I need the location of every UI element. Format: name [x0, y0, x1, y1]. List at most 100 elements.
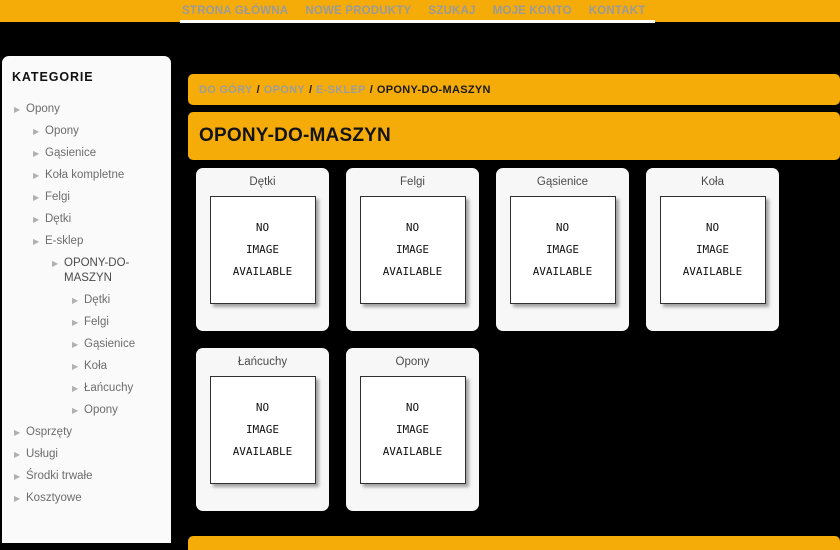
chevron-right-icon: ▶: [33, 126, 40, 136]
product-card[interactable]: Koła NO IMAGE AVAILABLE: [646, 168, 779, 331]
sidebar-item-label: Usługi: [26, 447, 58, 460]
product-name: Koła: [700, 176, 725, 188]
sidebar-item[interactable]: ▶ Felgi: [2, 311, 171, 333]
chevron-right-icon: ▶: [33, 214, 40, 224]
product-card[interactable]: Felgi NO IMAGE AVAILABLE: [346, 168, 479, 331]
sidebar-item[interactable]: ▶ Dętki: [2, 208, 171, 230]
sidebar-item-label: Kosztyowe: [26, 491, 82, 504]
no-image-placeholder: NO IMAGE AVAILABLE: [659, 196, 766, 304]
no-image-line: NO: [405, 401, 420, 414]
product-card[interactable]: Opony NO IMAGE AVAILABLE: [346, 348, 479, 511]
breadcrumb-item[interactable]: OPONY: [264, 84, 305, 96]
no-image-line: IMAGE: [545, 243, 580, 256]
chevron-right-icon: ▶: [14, 493, 21, 503]
chevron-right-icon: ▶: [14, 471, 21, 481]
no-image-line: IMAGE: [695, 243, 730, 256]
product-name: Łańcuchy: [237, 356, 288, 368]
no-image-placeholder: NO IMAGE AVAILABLE: [209, 196, 316, 304]
no-image-placeholder: NO IMAGE AVAILABLE: [359, 376, 466, 484]
sidebar-item-label: Felgi: [84, 315, 109, 328]
product-name: Felgi: [400, 176, 425, 188]
chevron-right-icon: ▶: [33, 192, 40, 202]
breadcrumb-item[interactable]: E-SKLEP: [316, 84, 366, 96]
sidebar-item-label: Gąsienice: [45, 146, 97, 159]
footer-bar: [188, 536, 840, 550]
no-image-placeholder: NO IMAGE AVAILABLE: [209, 376, 316, 484]
sidebar-item[interactable]: ▶ Opony: [2, 399, 171, 421]
sidebar-item[interactable]: ▶ Gąsienice: [2, 333, 171, 355]
chevron-right-icon: ▶: [72, 317, 79, 327]
breadcrumb-item: OPONY-DO-MASZYN: [376, 83, 491, 96]
sidebar-item[interactable]: ▶ Usługi: [2, 443, 171, 465]
breadcrumb-separator: /: [369, 83, 373, 96]
chevron-right-icon: ▶: [72, 405, 79, 415]
no-image-line: AVAILABLE: [232, 265, 293, 278]
no-image-line: NO: [255, 221, 270, 234]
chevron-right-icon: ▶: [72, 339, 79, 349]
chevron-right-icon: ▶: [14, 427, 21, 437]
no-image-line: NO: [705, 221, 720, 234]
breadcrumb-item[interactable]: DO GÓRY: [199, 84, 253, 96]
sidebar-item[interactable]: ▶ Gąsienice: [2, 142, 171, 164]
chevron-right-icon: ▶: [14, 104, 21, 114]
sidebar-item-label: Gąsienice: [84, 337, 136, 350]
sidebar-item-label: E-sklep: [45, 234, 84, 247]
sidebar-item-label: OPONY-DO-MASZYN: [64, 256, 130, 284]
sidebar-item[interactable]: ▶ E-sklep: [2, 230, 171, 252]
sidebar-item[interactable]: ▶ Kosztyowe: [2, 487, 171, 509]
sidebar-item-label: Dętki: [84, 293, 111, 306]
no-image-line: NO: [555, 221, 570, 234]
page-title-bar: OPONY-DO-MASZYN: [188, 112, 840, 160]
chevron-right-icon: ▶: [33, 170, 40, 180]
sidebar-item-label: Opony: [26, 102, 60, 115]
product-card[interactable]: Gąsienice NO IMAGE AVAILABLE: [496, 168, 629, 331]
no-image-line: NO: [255, 401, 270, 414]
chevron-right-icon: ▶: [72, 361, 79, 371]
main-content: DO GÓRY / OPONY / E-SKLEP / OPONY-DO-MASZYN OP…: [188, 0, 840, 550]
sidebar-item[interactable]: ▶ Felgi: [2, 186, 171, 208]
no-image-line: NO: [405, 221, 420, 234]
sidebar-item-label: Dętki: [45, 212, 72, 225]
chevron-right-icon: ▶: [72, 383, 79, 393]
sidebar-item[interactable]: ▶ Osprzęty: [2, 421, 171, 443]
sidebar-item-label: Opony: [84, 403, 118, 416]
chevron-right-icon: ▶: [72, 295, 79, 305]
no-image-line: AVAILABLE: [382, 265, 443, 278]
page-title: OPONY-DO-MASZYN: [199, 125, 391, 146]
no-image-line: AVAILABLE: [532, 265, 593, 278]
no-image-line: IMAGE: [395, 243, 430, 256]
no-image-line: AVAILABLE: [682, 265, 743, 278]
sidebar-item[interactable]: ▶ Dętki: [2, 289, 171, 311]
product-grid: Dętki NO IMAGE AVAILABLE Felgi NO IMAGE AVAILAB…: [196, 168, 840, 511]
sidebar-item-label: Felgi: [45, 190, 70, 203]
sidebar-item[interactable]: ▶ OPONY-DO-MASZYN: [2, 252, 171, 289]
sidebar-item[interactable]: ▶ Koła kompletne: [2, 164, 171, 186]
chevron-right-icon: ▶: [14, 449, 21, 459]
breadcrumb-separator: /: [256, 83, 260, 96]
no-image-placeholder: NO IMAGE AVAILABLE: [359, 196, 466, 304]
sidebar-item[interactable]: ▶ Łańcuchy: [2, 377, 171, 399]
sidebar-item[interactable]: ▶ Opony: [2, 120, 171, 142]
no-image-line: AVAILABLE: [382, 445, 443, 458]
breadcrumb: DO GÓRY / OPONY / E-SKLEP / OPONY-DO-MASZYN: [188, 74, 840, 105]
sidebar-item-label: Koła kompletne: [45, 168, 125, 181]
sidebar-title: KATEGORIE: [12, 70, 94, 84]
sidebar-item-label: Łańcuchy: [84, 381, 134, 394]
product-name: Dętki: [249, 176, 276, 188]
chevron-right-icon: ▶: [33, 148, 40, 158]
no-image-placeholder: NO IMAGE AVAILABLE: [509, 196, 616, 304]
no-image-line: AVAILABLE: [232, 445, 293, 458]
sidebar-item[interactable]: ▶ Środki trwałe: [2, 465, 171, 487]
product-name: Gąsienice: [536, 176, 589, 188]
product-card[interactable]: Dętki NO IMAGE AVAILABLE: [196, 168, 329, 331]
sidebar-item[interactable]: ▶ Opony: [2, 98, 171, 120]
breadcrumb-separator: /: [308, 83, 313, 96]
sidebar-item-label: Opony: [45, 124, 79, 137]
no-image-line: IMAGE: [395, 423, 430, 436]
product-card[interactable]: Łańcuchy NO IMAGE AVAILABLE: [196, 348, 329, 511]
sidebar-categories-panel: KATEGORIE ▶ Opony ▶ Opony ▶ Gąsienice ▶ Koła ko…: [2, 56, 171, 543]
sidebar-item-label: Środki trwałe: [26, 469, 93, 482]
product-name: Opony: [395, 356, 430, 368]
sidebar-item[interactable]: ▶ Koła: [2, 355, 171, 377]
sidebar-item-label: Koła: [84, 359, 108, 372]
